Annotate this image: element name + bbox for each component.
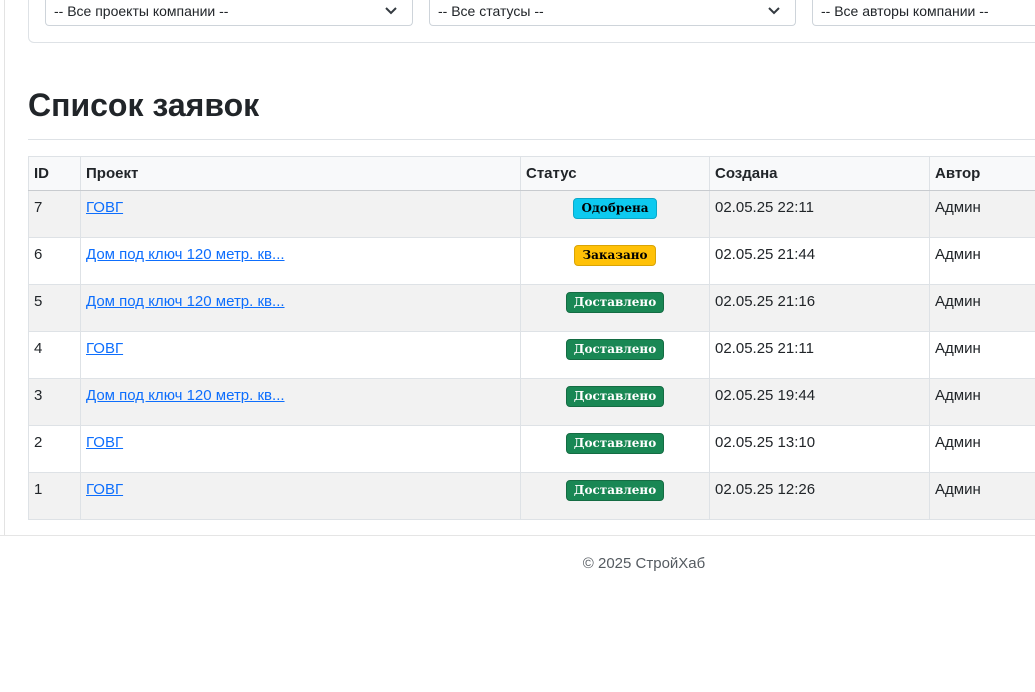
chevron-down-icon — [385, 7, 397, 15]
cell-id: 7 — [28, 190, 81, 238]
cell-created: 02.05.25 21:11 — [709, 331, 930, 379]
cell-project: ГОВГ — [80, 425, 521, 473]
cell-id: 5 — [28, 284, 81, 332]
header-author[interactable]: Автор — [929, 156, 1035, 191]
table-header-row: ID Проект Статус Создана Автор — [28, 156, 1035, 191]
cell-author: Админ — [929, 331, 1035, 379]
cell-status: Одобрена — [520, 190, 710, 238]
footer-divider — [0, 535, 1035, 536]
status-badge: Доставлено — [565, 433, 665, 454]
cell-id: 2 — [28, 425, 81, 473]
cell-status: Доставлено — [520, 331, 710, 379]
cell-status: Доставлено — [520, 425, 710, 473]
cell-status: Доставлено — [520, 472, 710, 520]
cell-id: 3 — [28, 378, 81, 426]
status-badge: Доставлено — [565, 386, 665, 407]
cell-created: 02.05.25 13:10 — [709, 425, 930, 473]
table-row: 5 Дом под ключ 120 метр. кв... Доставлено 0… — [28, 284, 1035, 332]
requests-table: ID Проект Статус Создана Автор 7 ГОВГ Одоб… — [28, 156, 1035, 520]
status-filter-value: -- Все статусы -- — [438, 3, 544, 19]
header-created[interactable]: Создана — [709, 156, 930, 191]
cell-id: 4 — [28, 331, 81, 379]
cell-project: Дом под ключ 120 метр. кв... — [80, 378, 521, 426]
table-row: 3 Дом под ключ 120 метр. кв... Доставлено 0… — [28, 378, 1035, 426]
cell-created: 02.05.25 19:44 — [709, 378, 930, 426]
cell-created: 02.05.25 22:11 — [709, 190, 930, 238]
cell-status: Доставлено — [520, 378, 710, 426]
cell-project: ГОВГ — [80, 190, 521, 238]
title-divider — [28, 139, 1035, 140]
cell-created: 02.05.25 21:44 — [709, 237, 930, 285]
chevron-down-icon — [768, 7, 780, 15]
cell-status: Заказано — [520, 237, 710, 285]
cell-author: Админ — [929, 378, 1035, 426]
table-row: 6 Дом под ключ 120 метр. кв... Заказано 02.… — [28, 237, 1035, 285]
table-row: 4 ГОВГ Доставлено 02.05.25 21:11 Админ — [28, 331, 1035, 379]
status-badge: Доставлено — [565, 339, 665, 360]
project-link[interactable]: Дом под ключ 120 метр. кв... — [86, 293, 285, 310]
header-status[interactable]: Статус — [520, 156, 710, 191]
cell-created: 02.05.25 21:16 — [709, 284, 930, 332]
project-link[interactable]: ГОВГ — [86, 434, 123, 451]
cell-author: Админ — [929, 190, 1035, 238]
project-link[interactable]: ГОВГ — [86, 199, 123, 216]
page-title: Список заявок — [28, 87, 260, 123]
cell-id: 1 — [28, 472, 81, 520]
page: -- Все проекты компании -- -- Все статус… — [0, 0, 1035, 692]
project-filter-value: -- Все проекты компании -- — [54, 3, 229, 19]
project-link[interactable]: ГОВГ — [86, 481, 123, 498]
cell-created: 02.05.25 12:26 — [709, 472, 930, 520]
cell-author: Админ — [929, 284, 1035, 332]
cell-author: Админ — [929, 472, 1035, 520]
project-filter-select[interactable]: -- Все проекты компании -- — [45, 0, 413, 26]
cell-project: Дом под ключ 120 метр. кв... — [80, 237, 521, 285]
status-filter-select[interactable]: -- Все статусы -- — [429, 0, 796, 26]
table-row: 2 ГОВГ Доставлено 02.05.25 13:10 Админ — [28, 425, 1035, 473]
cell-project: ГОВГ — [80, 472, 521, 520]
cell-author: Админ — [929, 237, 1035, 285]
project-link[interactable]: Дом под ключ 120 метр. кв... — [86, 246, 285, 263]
footer-copyright: © 2025 СтройХаб — [582, 555, 706, 572]
status-badge: Одобрена — [573, 198, 657, 219]
author-filter-select[interactable]: -- Все авторы компании -- — [812, 0, 1035, 26]
cell-project: Дом под ключ 120 метр. кв... — [80, 284, 521, 332]
status-badge: Заказано — [574, 245, 656, 266]
project-link[interactable]: Дом под ключ 120 метр. кв... — [86, 387, 285, 404]
cell-project: ГОВГ — [80, 331, 521, 379]
cell-status: Доставлено — [520, 284, 710, 332]
status-badge: Доставлено — [565, 480, 665, 501]
header-project[interactable]: Проект — [80, 156, 521, 191]
project-link[interactable]: ГОВГ — [86, 340, 123, 357]
status-badge: Доставлено — [565, 292, 665, 313]
table-row: 1 ГОВГ Доставлено 02.05.25 12:26 Админ — [28, 472, 1035, 520]
header-id[interactable]: ID — [28, 156, 81, 191]
table-row: 7 ГОВГ Одобрена 02.05.25 22:11 Админ — [28, 190, 1035, 238]
author-filter-value: -- Все авторы компании -- — [821, 3, 989, 19]
sidebar-divider — [4, 0, 5, 536]
cell-id: 6 — [28, 237, 81, 285]
cell-author: Админ — [929, 425, 1035, 473]
